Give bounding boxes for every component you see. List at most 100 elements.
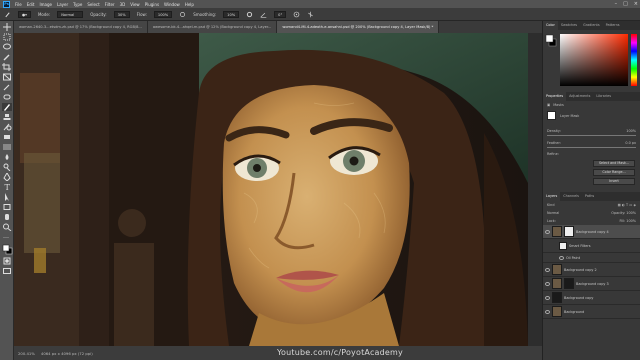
layer-mask-thumbnail[interactable] [564,278,574,289]
type-tool-icon[interactable]: T [2,183,12,191]
blur-tool-icon[interactable] [2,153,12,161]
visibility-eye-icon[interactable] [559,255,564,260]
menu-type[interactable]: Type [73,2,82,7]
layer-row[interactable]: Oil Paint [543,253,640,263]
foreground-background-color-icon[interactable] [2,244,13,255]
close-icon[interactable]: × [634,1,638,7]
dodge-tool-icon[interactable] [2,163,12,171]
visibility-eye-icon[interactable] [545,229,550,234]
menu-help[interactable]: Help [185,2,194,7]
tab-gradients[interactable]: Gradients [580,21,603,30]
pressure-size-icon[interactable] [293,11,300,18]
menu-select[interactable]: Select [87,2,99,7]
layer-mask-thumbnail[interactable] [564,226,574,237]
menu-view[interactable]: View [130,2,140,7]
layer-row[interactable]: Background [543,305,640,319]
visibility-eye-icon[interactable] [545,267,550,272]
frame-tool-icon[interactable] [2,73,12,81]
layer-mask-thumbnail[interactable] [547,111,556,120]
menu-3d[interactable]: 3D [120,2,126,7]
mode-dropdown[interactable]: Normal [57,10,84,18]
healing-brush-tool-icon[interactable] [2,93,12,101]
visibility-eye-icon[interactable] [545,309,550,314]
tab-swatches[interactable]: Swatches [558,21,580,30]
gear-icon[interactable] [246,11,253,18]
tab-libraries[interactable]: Libraries [593,92,614,101]
lasso-tool-icon[interactable] [2,43,12,51]
filter-icons[interactable]: ▦ ◐ T ▭ ◈ [618,201,636,209]
maximize-icon[interactable]: □ [623,1,628,7]
flow-field[interactable]: 100% [153,10,173,18]
smoothing-field[interactable]: 10% [223,10,240,18]
screen-mode-icon[interactable] [2,267,12,275]
document-tab-1[interactable]: woman-2640-3...etsdm-zh.psd @ 17% (Backg… [14,21,148,33]
clone-stamp-tool-icon[interactable] [2,113,12,121]
eraser-tool-icon[interactable] [2,133,12,141]
smart-filter-mask-thumbnail[interactable] [559,241,567,250]
brush-preset-picker[interactable]: ●▾ [18,10,31,18]
tab-channels[interactable]: Channels [560,192,582,201]
visibility-eye-icon[interactable] [545,281,550,286]
density-slider[interactable] [547,135,636,136]
layer-row[interactable]: Background copy 4 [543,225,640,239]
history-brush-tool-icon[interactable] [2,123,12,131]
brush-tool-icon[interactable] [4,11,11,18]
menu-window[interactable]: Window [164,2,180,7]
rectangle-tool-icon[interactable] [2,203,12,211]
tab-layers[interactable]: Layers [543,192,561,201]
layer-row[interactable]: Background copy 3 [543,277,640,291]
feather-value[interactable]: 0.0 px [625,139,636,147]
angle-field[interactable]: 0° [274,10,287,18]
brush-tool-icon[interactable] [1,103,12,111]
tab-adjustments[interactable]: Adjustments [566,92,593,101]
blend-opacity-row: Normal Opacity: 100% [543,209,640,217]
zoom-tool-icon[interactable] [2,223,12,231]
marquee-tool-icon[interactable] [2,33,12,41]
blend-mode-dropdown[interactable]: Normal [547,209,559,217]
layer-row[interactable]: Background copy [543,291,640,305]
symmetry-icon[interactable] [307,11,314,18]
color-saturation-field[interactable] [560,34,628,86]
color-range-button[interactable]: Color Range... [593,169,635,176]
invert-button[interactable]: Invert [593,178,635,185]
visibility-eye-icon[interactable] [545,295,550,300]
layer-opacity-value[interactable]: 100% [626,211,636,215]
document-tab-2[interactable]: awesome-bk-4...ahqel-m.psd @ 12% (Backgr… [147,21,278,33]
tab-properties[interactable]: Properties [543,92,567,101]
menu-edit[interactable]: Edit [27,2,35,7]
airbrush-icon[interactable] [179,11,186,18]
minimize-icon[interactable]: – [615,1,618,7]
quick-select-tool-icon[interactable] [2,53,12,61]
kind-filter-dropdown[interactable]: Kind [547,201,554,209]
document-tab-3-active[interactable]: womand4-MI-4-adeoth-e-ansahni.psd @ 200%… [277,21,440,33]
menu-image[interactable]: Image [39,2,52,7]
select-and-mask-button[interactable]: Select and Mask... [593,160,635,167]
density-value[interactable]: 100% [626,127,636,135]
fg-bg-swatch-icon[interactable] [545,34,557,48]
quick-mask-icon[interactable] [2,257,12,265]
pen-tool-icon[interactable] [2,173,12,181]
hand-tool-icon[interactable] [2,213,12,221]
layer-row[interactable]: Background copy 2 [543,263,640,277]
opacity-field[interactable]: 30% [113,10,130,18]
path-selection-tool-icon[interactable] [2,193,12,201]
feather-slider[interactable] [547,147,636,148]
tab-patterns[interactable]: Patterns [603,21,623,30]
menu-file[interactable]: File [15,2,22,7]
tab-paths[interactable]: Paths [582,192,597,201]
zoom-readout[interactable]: 200.41% [18,351,35,356]
move-tool-icon[interactable] [2,23,12,31]
menu-filter[interactable]: Filter [105,2,115,7]
layer-row[interactable]: Smart Filters [543,239,640,253]
eyedropper-tool-icon[interactable] [2,83,12,91]
fill-value[interactable]: 100% [626,219,636,223]
crop-tool-icon[interactable] [1,63,12,71]
gradient-tool-icon[interactable] [2,143,12,151]
menu-layer[interactable]: Layer [57,2,68,7]
menu-plugins[interactable]: Plugins [145,2,159,7]
hue-slider[interactable] [631,34,637,86]
document-canvas[interactable] [14,33,528,346]
more-tools-icon[interactable]: … [2,233,12,241]
canvas-vertical-scroll[interactable] [528,33,542,346]
tab-color[interactable]: Color [543,21,558,30]
